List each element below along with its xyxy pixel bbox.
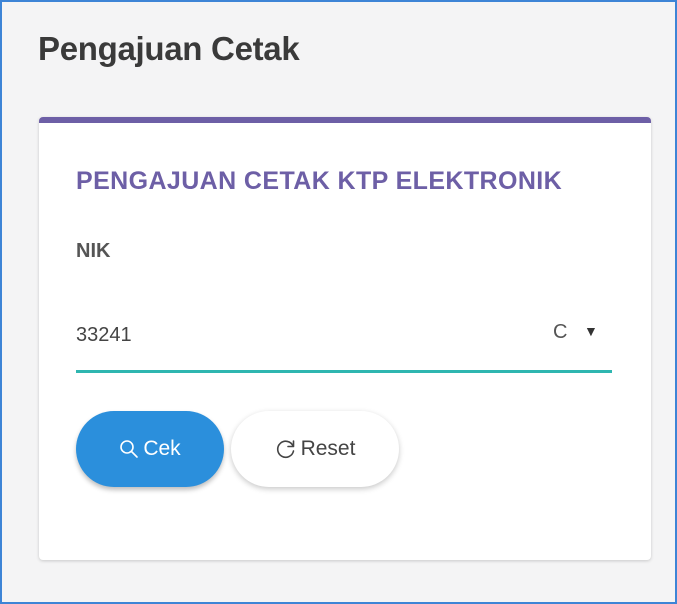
cek-button[interactable]: Cek [76, 411, 224, 487]
refresh-icon [275, 438, 297, 460]
nik-label: NIK [76, 240, 111, 262]
pengajuan-cetak-card: PENGAJUAN CETAK KTP ELEKTRONIK NIK C ▼ C… [39, 117, 651, 560]
card-title: PENGAJUAN CETAK KTP ELEKTRONIK [76, 167, 563, 195]
reset-button[interactable]: Reset [231, 411, 399, 487]
nik-input[interactable] [76, 315, 546, 355]
page-title: Pengajuan Cetak [38, 30, 300, 67]
screen-frame: Pengajuan Cetak PENGAJUAN CETAK KTP ELEK… [0, 0, 677, 604]
nik-select-field[interactable]: C ▼ [76, 309, 612, 373]
reset-button-label: Reset [300, 437, 356, 460]
caret-down-icon[interactable]: ▼ [584, 323, 598, 339]
cek-button-label: Cek [143, 437, 181, 460]
search-icon [119, 439, 139, 459]
nik-trailing-char: C [553, 321, 568, 343]
